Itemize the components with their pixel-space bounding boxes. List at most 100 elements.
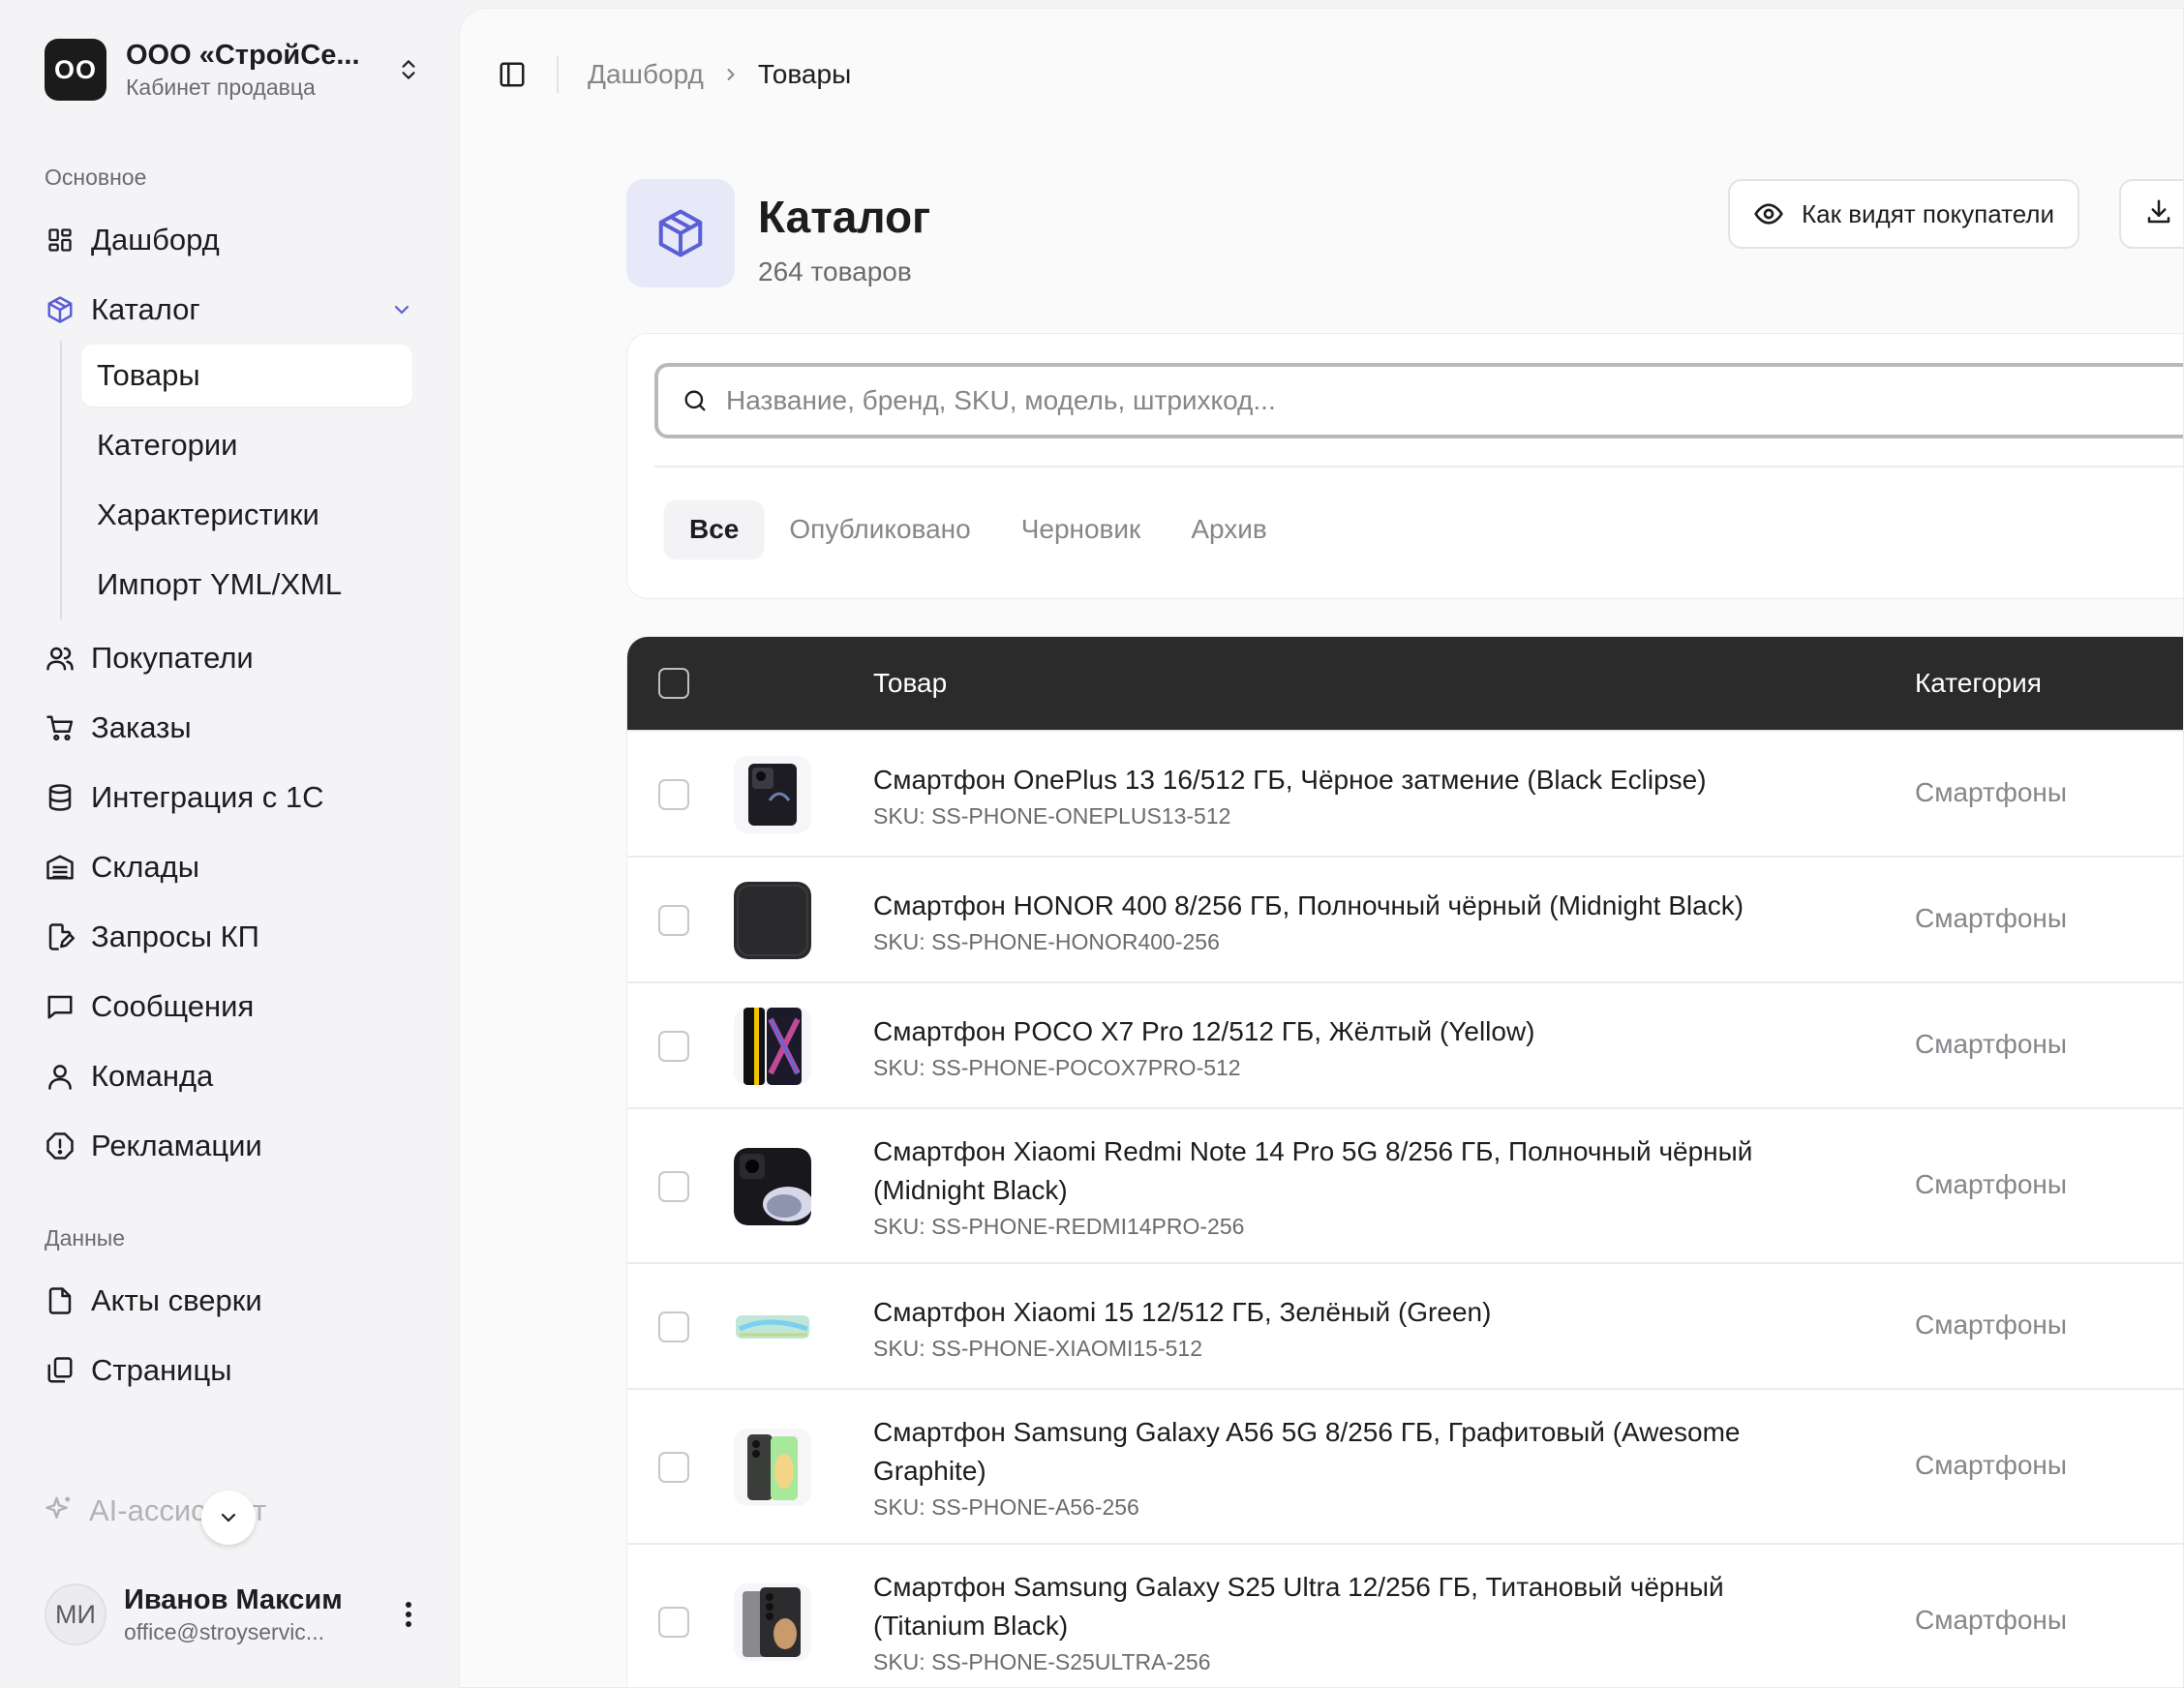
sidebar-item-warehouses[interactable]: Склады: [45, 840, 416, 894]
phone-image: [736, 1315, 809, 1339]
section-label-data: Данные: [45, 1225, 126, 1251]
sidebar-item-customers[interactable]: Покупатели: [45, 631, 416, 685]
sidebar-item-messages[interactable]: Сообщения: [45, 980, 416, 1034]
topbar-divider: [557, 56, 559, 93]
sidebar-subitem-import[interactable]: Импорт YML/XML: [81, 554, 412, 616]
select-all-checkbox[interactable]: [658, 668, 689, 699]
product-sku: SKU: SS-PHONE-HONOR400-256: [873, 929, 1220, 954]
table-header: Товар Категория: [627, 637, 2183, 730]
org-subtitle: Кабинет продавца: [126, 75, 316, 100]
table-row[interactable]: Смартфон Xiaomi 15 12/512 ГБ, Зелёный (G…: [627, 1262, 2183, 1388]
box-icon: [626, 179, 735, 287]
product-thumbnail: [734, 1288, 811, 1366]
product-name[interactable]: Смартфон Samsung Galaxy A56 5G 8/256 ГБ,…: [873, 1413, 1822, 1491]
sidebar-item-dashboard[interactable]: Дашборд: [45, 213, 416, 267]
sidebar-item-reconciliation[interactable]: Акты сверки: [45, 1274, 416, 1328]
box-icon: [45, 294, 76, 325]
sidebar-subitem-products[interactable]: Товары: [81, 345, 412, 407]
product-name[interactable]: Смартфон Xiaomi Redmi Note 14 Pro 5G 8/2…: [873, 1132, 1822, 1210]
product-category: Смартфоны: [1915, 777, 2068, 807]
row-checkbox[interactable]: [658, 905, 689, 936]
more-vertical-icon[interactable]: [395, 1595, 422, 1634]
file-edit-icon: [45, 921, 76, 952]
chevron-down-icon: [221, 1513, 236, 1522]
org-logo: OO: [45, 39, 106, 101]
row-checkbox[interactable]: [658, 1452, 689, 1483]
sidebar-subitem-attributes[interactable]: Характеристики: [81, 484, 412, 546]
sidebar-toggle-icon[interactable]: [495, 57, 530, 92]
phone-image: [734, 882, 811, 959]
product-name[interactable]: Смартфон OnePlus 13 16/512 ГБ, Чёрное за…: [873, 761, 1822, 799]
eye-icon: [1753, 198, 1784, 229]
sidebar-item-label: Склады: [91, 850, 199, 884]
tab-archive[interactable]: Архив: [1166, 500, 1291, 558]
org-switcher[interactable]: OO ООО «СтройСе... Кабинет продавца: [45, 39, 422, 101]
sidebar-item-pages[interactable]: Страницы: [45, 1343, 416, 1398]
table-row[interactable]: Смартфон OnePlus 13 16/512 ГБ, Чёрное за…: [627, 730, 2183, 856]
product-sku: SKU: SS-PHONE-S25ULTRA-256: [873, 1649, 1211, 1674]
alert-icon: [45, 1130, 76, 1161]
scroll-down-button[interactable]: [201, 1491, 256, 1545]
user-email: office@stroyservic...: [124, 1619, 324, 1644]
phone-image: [743, 1587, 801, 1657]
buyer-view-button[interactable]: Как видят покупатели: [1728, 179, 2080, 249]
column-category[interactable]: Категория: [1915, 637, 2042, 730]
tab-all[interactable]: Все: [664, 500, 765, 558]
sidebar-item-1c-integration[interactable]: Интеграция с 1С: [45, 770, 416, 825]
sidebar-item-label: Заказы: [91, 710, 192, 744]
row-checkbox[interactable]: [658, 1311, 689, 1342]
table-row[interactable]: Смартфон Xiaomi Redmi Note 14 Pro 5G 8/2…: [627, 1107, 2183, 1262]
tab-published[interactable]: Опубликовано: [764, 500, 995, 558]
sidebar-item-label: Команда: [91, 1059, 214, 1093]
breadcrumb-home[interactable]: Дашборд: [588, 59, 704, 90]
table-row[interactable]: Смартфон Samsung Galaxy A56 5G 8/256 ГБ,…: [627, 1388, 2183, 1543]
product-sku: SKU: SS-PHONE-A56-256: [873, 1494, 1139, 1520]
sidebar-subitem-categories[interactable]: Категории: [81, 414, 412, 476]
tab-draft[interactable]: Черновик: [996, 500, 1167, 558]
download-button[interactable]: [2119, 179, 2183, 249]
sidebar-item-label: Запросы КП: [91, 919, 259, 953]
table-row[interactable]: Смартфон Samsung Galaxy S25 Ultra 12/256…: [627, 1543, 2183, 1687]
search-input[interactable]: [726, 385, 2178, 416]
breadcrumb-current: Товары: [757, 59, 852, 89]
chevron-down-icon[interactable]: [387, 295, 416, 324]
topbar: Дашборд Товары: [495, 51, 851, 98]
sidebar-item-label: Каталог: [91, 292, 200, 326]
sidebar-item-claims[interactable]: Рекламации: [45, 1119, 416, 1173]
search-box: [654, 363, 2183, 438]
table-row[interactable]: Смартфон HONOR 400 8/256 ГБ, Полночный ч…: [627, 856, 2183, 981]
row-checkbox[interactable]: [658, 1607, 689, 1638]
product-name[interactable]: Смартфон Samsung Galaxy S25 Ultra 12/256…: [873, 1568, 1822, 1645]
avatar: МИ: [45, 1583, 106, 1645]
section-label-main: Основное: [45, 165, 147, 190]
product-name[interactable]: Смартфон Xiaomi 15 12/512 ГБ, Зелёный (G…: [873, 1293, 1822, 1332]
product-category: Смартфоны: [1915, 903, 2068, 933]
sidebar-item-team[interactable]: Команда: [45, 1049, 416, 1103]
search-icon: [680, 385, 711, 416]
table-row[interactable]: Смартфон POCO X7 Pro 12/512 ГБ, Жёлтый (…: [627, 981, 2183, 1107]
user-icon: [45, 1061, 76, 1092]
chevron-right-icon: [721, 65, 741, 84]
row-checkbox[interactable]: [658, 1171, 689, 1202]
sidebar-item-orders[interactable]: Заказы: [45, 701, 416, 755]
sidebar-item-catalog[interactable]: Каталог: [45, 283, 416, 337]
filter-divider: [654, 466, 2183, 467]
product-name[interactable]: Смартфон POCO X7 Pro 12/512 ГБ, Жёлтый (…: [873, 1012, 1822, 1051]
product-category: Смартфоны: [1915, 1029, 2068, 1059]
row-checkbox[interactable]: [658, 779, 689, 810]
product-thumbnail: [734, 1429, 811, 1506]
phone-image: [748, 764, 797, 826]
phone-image: [743, 1008, 802, 1085]
column-product[interactable]: Товар: [873, 637, 947, 730]
product-name[interactable]: Смартфон HONOR 400 8/256 ГБ, Полночный ч…: [873, 887, 1822, 925]
phone-image: [747, 1434, 798, 1500]
message-icon: [45, 991, 76, 1022]
product-thumbnail: [734, 756, 811, 833]
sidebar-item-label: Рекламации: [91, 1129, 262, 1162]
sidebar-item-quote-requests[interactable]: Запросы КП: [45, 910, 416, 964]
product-sku: SKU: SS-PHONE-XIAOMI15-512: [873, 1336, 1202, 1361]
row-checkbox[interactable]: [658, 1031, 689, 1062]
sidebar-item-label: Акты сверки: [91, 1283, 262, 1317]
product-count: 264 товаров: [758, 256, 912, 286]
user-menu[interactable]: МИ Иванов Максим office@stroyservic...: [45, 1583, 422, 1645]
